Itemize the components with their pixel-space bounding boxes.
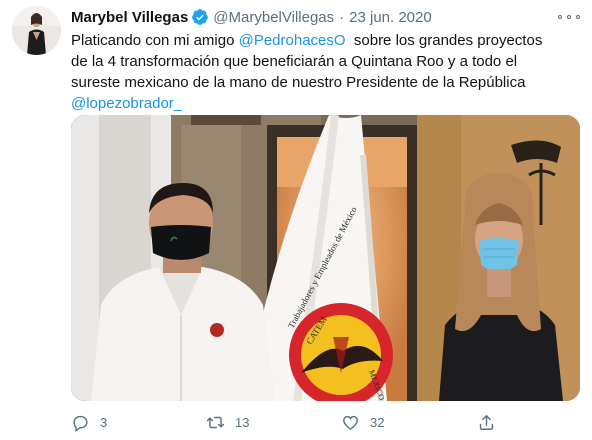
like-button[interactable]: 32 <box>341 410 384 434</box>
more-dot <box>558 15 562 19</box>
share-button[interactable] <box>477 410 496 434</box>
tweet-text-line: @lopezobrador_ <box>71 93 571 114</box>
retweet-icon <box>206 416 225 428</box>
author-name[interactable]: Marybel Villegas <box>71 9 188 26</box>
avatar-image <box>12 6 61 55</box>
share-icon <box>479 414 494 430</box>
more-options-icon[interactable] <box>558 8 580 26</box>
text-segment: Platicando con mi amigo <box>71 32 239 49</box>
reply-button[interactable]: 3 <box>71 410 107 434</box>
photo-image: Trabajadores y Empleados de México CATEM… <box>71 115 580 401</box>
tweet-text-line: Platicando con mi amigo @PedrohacesO sob… <box>71 30 571 51</box>
tweet-card[interactable]: Marybel Villegas @MarybelVillegas · 23 j… <box>0 0 592 440</box>
like-count: 32 <box>370 414 385 430</box>
tweet-text: Platicando con mi amigo @PedrohacesO sob… <box>71 30 571 114</box>
tweet-text-line: sureste mexicano de la mano de nuestro P… <box>71 74 526 91</box>
heart-icon <box>343 415 358 430</box>
tweet-date[interactable]: 23 jun. 2020 <box>349 9 432 26</box>
reply-count: 3 <box>100 414 108 430</box>
mention-link[interactable]: @lopezobrador_ <box>71 95 182 112</box>
author-handle[interactable]: @MarybelVillegas <box>213 9 334 26</box>
text-segment: sobre los grandes proyectos <box>345 32 543 49</box>
more-dot <box>567 15 571 19</box>
verified-badge-icon <box>191 8 209 26</box>
separator-dot: · <box>339 8 345 26</box>
more-dot <box>576 15 580 19</box>
mention-link[interactable]: @PedrohacesO <box>239 32 346 49</box>
tweet-text-line: de la 4 transformación que beneficiarán … <box>71 53 518 70</box>
tweet-header: Marybel Villegas @MarybelVillegas · 23 j… <box>71 6 432 28</box>
reply-icon <box>73 415 88 432</box>
avatar[interactable] <box>12 6 61 55</box>
tweet-actions: 3 13 32 <box>71 410 580 434</box>
retweet-count: 13 <box>235 414 250 430</box>
retweet-button[interactable]: 13 <box>206 410 249 434</box>
tweet-photo[interactable]: Trabajadores y Empleados de México CATEM… <box>71 115 580 401</box>
